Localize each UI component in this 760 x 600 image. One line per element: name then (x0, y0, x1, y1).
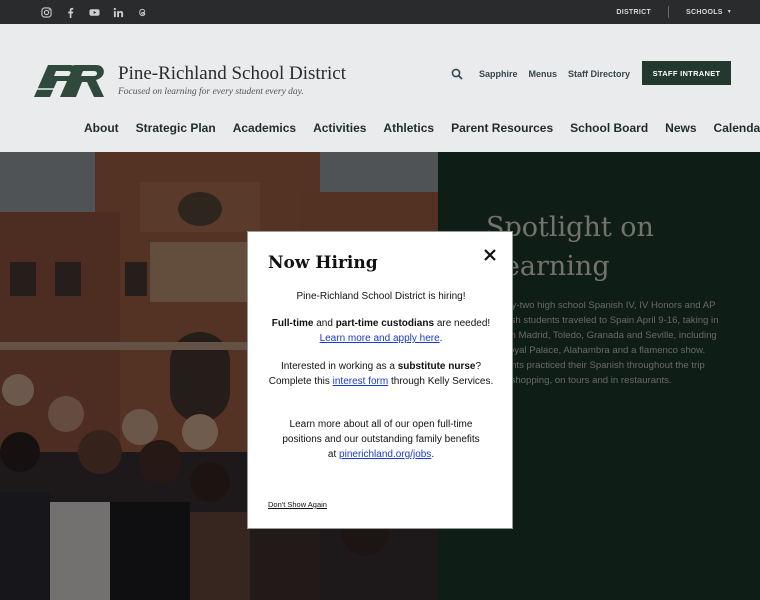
utility-nav: Sapphire Menus Staff Directory (451, 68, 641, 80)
modal-title: Now Hiring (268, 253, 378, 273)
nav-item-academics[interactable]: Academics (233, 121, 296, 135)
dont-show-again-link[interactable]: Don't Show Again (268, 500, 327, 509)
nav-item-activities[interactable]: Activities (313, 121, 366, 135)
modal-text: are needed! (434, 318, 491, 329)
nav-item-calendar[interactable]: Calendar (714, 121, 760, 135)
facebook-icon[interactable] (58, 0, 82, 24)
modal-text: through Kelly Services. (388, 376, 494, 387)
social-links (34, 0, 154, 24)
utility-link-menus[interactable]: Menus (529, 69, 558, 79)
divider (668, 6, 670, 18)
learn-more-apply-link[interactable]: Learn more and apply here (320, 333, 440, 344)
site-header: Pine-Richland School District Focused on… (0, 24, 760, 152)
schools-dropdown[interactable]: SCHOOLS (686, 9, 723, 16)
substitute-nurse-label: substitute nurse (397, 361, 476, 372)
modal-text: . (439, 333, 443, 344)
staff-intranet-button[interactable]: STAFF INTRANET (642, 61, 731, 85)
site-tagline: Focused on learning for every student ev… (118, 87, 304, 97)
nav-item-strategic-plan[interactable]: Strategic Plan (136, 121, 216, 135)
interest-form-link[interactable]: interest form (333, 376, 389, 387)
instagram-icon[interactable] (34, 0, 58, 24)
modal-intro: Pine-Richland School District is hiring! (296, 291, 466, 302)
threads-icon[interactable] (130, 0, 154, 24)
district-link[interactable]: DISTRICT (616, 9, 651, 16)
nav-item-parent-resources[interactable]: Parent Resources (451, 121, 553, 135)
utility-link-sapphire[interactable]: Sapphire (479, 69, 518, 79)
close-icon[interactable] (482, 247, 498, 263)
youtube-icon[interactable] (82, 0, 106, 24)
modal-text: and (313, 318, 336, 329)
district-logo[interactable] (30, 61, 106, 99)
part-time-custodians-label: part-time custodians (335, 318, 435, 329)
modal-nurse-text: Interested in working as a substitute nu… (264, 359, 498, 389)
utility-link-staff-directory[interactable]: Staff Directory (568, 69, 630, 79)
modal-text: Interested in working as a (280, 361, 398, 372)
jobs-link[interactable]: pinerichland.org/jobs (339, 449, 431, 460)
main-nav: About Strategic Plan Academics Activitie… (84, 121, 760, 135)
top-nav: DISTRICT SCHOOLS ▼ (616, 0, 732, 24)
caret-down-icon[interactable]: ▼ (727, 9, 732, 15)
nav-item-school-board[interactable]: School Board (570, 121, 648, 135)
modal-jobs-text: Learn more about all of our open full-ti… (278, 417, 484, 462)
modal-text: . (431, 449, 435, 460)
now-hiring-modal: Now Hiring Pine-Richland School District… (247, 231, 513, 529)
site-title[interactable]: Pine-Richland School District (118, 63, 346, 85)
modal-custodians-text: Full-time and part-time custodians are n… (264, 316, 498, 346)
top-bar: DISTRICT SCHOOLS ▼ (0, 0, 760, 24)
nav-item-news[interactable]: News (665, 121, 696, 135)
search-icon[interactable] (451, 68, 463, 80)
linkedin-icon[interactable] (106, 0, 130, 24)
nav-item-athletics[interactable]: Athletics (383, 121, 434, 135)
nav-item-about[interactable]: About (84, 121, 119, 135)
full-time-label: Full-time (271, 318, 314, 329)
